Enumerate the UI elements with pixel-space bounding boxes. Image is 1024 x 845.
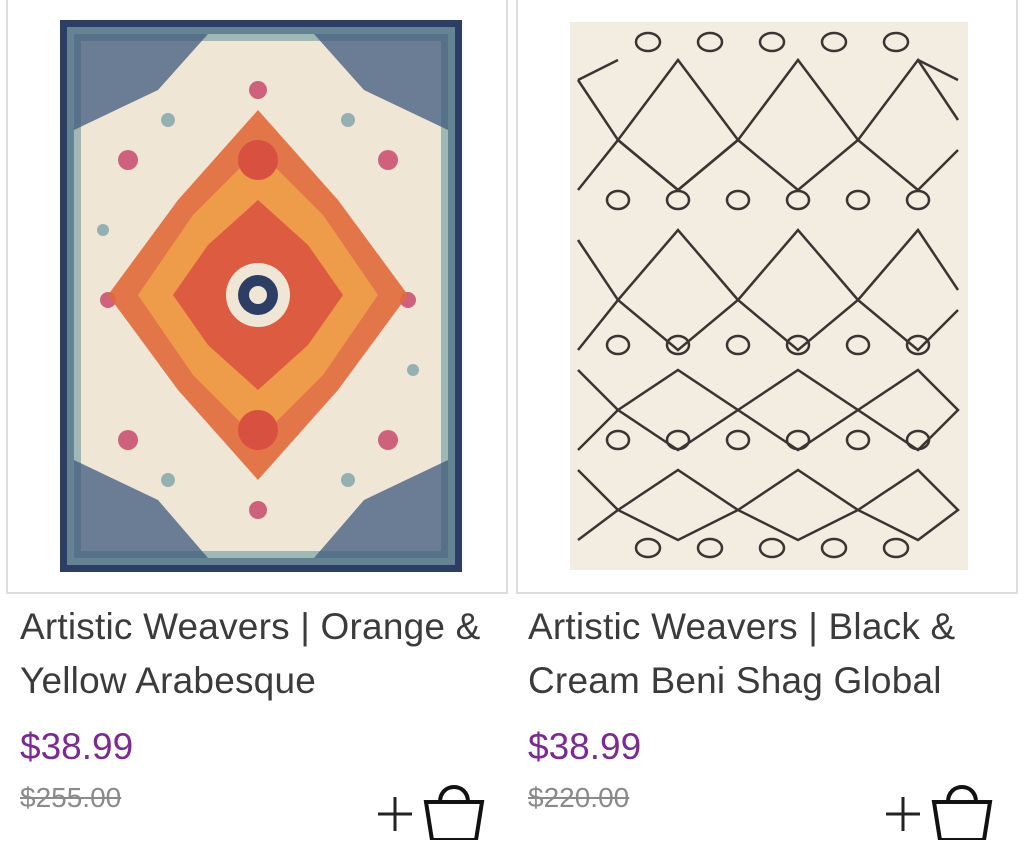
add-to-cart-button-1[interactable] <box>374 780 494 842</box>
product-title-1[interactable]: Artistic Weavers | Orange & Yellow Arabe… <box>20 600 500 708</box>
product-image-1[interactable] <box>6 0 508 594</box>
rug-diamond-lattice-image <box>518 0 1016 592</box>
product-card-1[interactable]: Artistic Weavers | Orange & Yellow Arabe… <box>0 0 508 842</box>
product-image-2[interactable] <box>516 0 1018 594</box>
original-price-1: $255.00 <box>20 782 122 813</box>
add-to-cart-button-2[interactable] <box>882 780 1002 842</box>
rug-medallion-image <box>8 0 506 592</box>
plus-bag-icon <box>378 785 485 842</box>
product-title-2[interactable]: Artistic Weavers | Black & Cream Beni Sh… <box>528 600 1008 708</box>
plus-bag-icon <box>886 785 993 842</box>
product-card-2[interactable]: Artistic Weavers | Black & Cream Beni Sh… <box>516 0 1024 842</box>
sale-price-2: $38.99 <box>528 726 642 767</box>
sale-price-1: $38.99 <box>20 726 134 767</box>
original-price-2: $220.00 <box>528 782 630 813</box>
